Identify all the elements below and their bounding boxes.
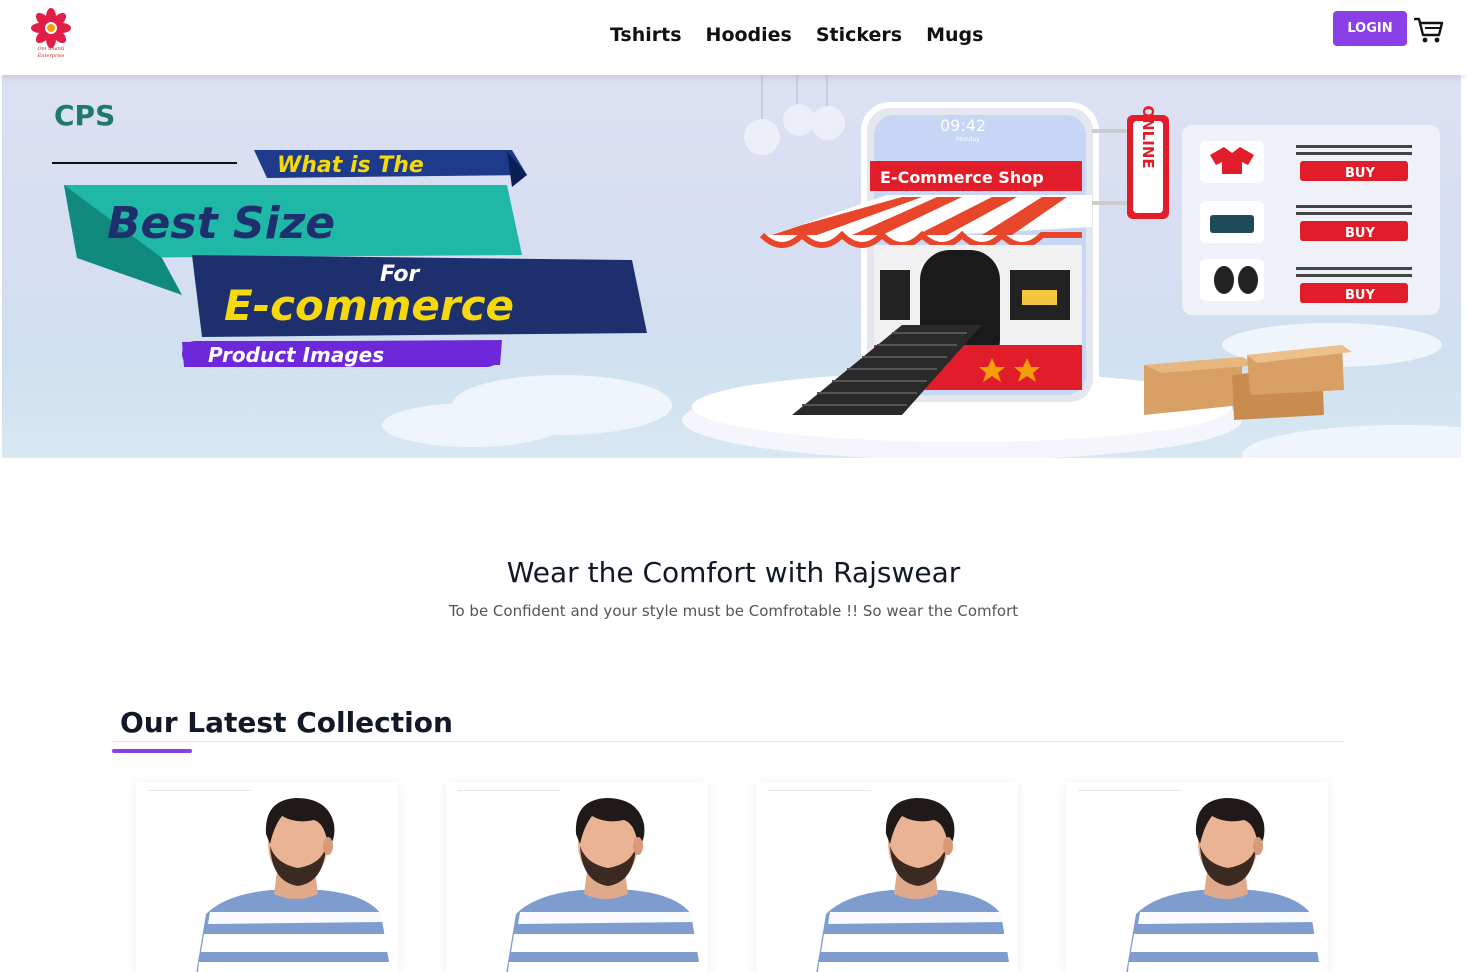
card-divider xyxy=(458,790,561,791)
svg-text:BUY: BUY xyxy=(1345,166,1375,181)
login-button[interactable]: LOGIN xyxy=(1333,11,1407,46)
svg-text:Monday: Monday xyxy=(956,136,980,143)
card-divider xyxy=(768,790,871,791)
product-image[interactable] xyxy=(506,794,706,972)
collection-accent-bar xyxy=(112,749,192,753)
nav-link-mugs[interactable]: Mugs xyxy=(926,24,983,46)
product-image[interactable] xyxy=(196,794,396,972)
svg-text:BUY: BUY xyxy=(1345,226,1375,241)
cart-icon[interactable] xyxy=(1414,16,1444,44)
hero-illustration: CPS What is The Best Size For E-commerce… xyxy=(52,75,1461,458)
svg-text:E-commerce: E-commerce xyxy=(224,281,514,330)
intro-subtitle: To be Confident and your style must be C… xyxy=(448,602,1019,620)
product-card-4[interactable] xyxy=(1066,782,1328,972)
product-image[interactable] xyxy=(1126,794,1326,972)
svg-text:E-Commerce Shop: E-Commerce Shop xyxy=(880,168,1044,187)
nav-link-tshirts[interactable]: Tshirts xyxy=(610,24,682,46)
svg-text:CPS: CPS xyxy=(54,99,115,132)
svg-text:Product Images: Product Images xyxy=(208,343,384,367)
svg-text:Best Size: Best Size xyxy=(107,198,335,249)
card-divider xyxy=(148,790,251,791)
navbar: Om Shanti Enterprise Tshirts Hoodies Sti… xyxy=(0,0,1467,75)
main-nav: Tshirts Hoodies Stickers Mugs xyxy=(610,24,983,46)
collection-divider xyxy=(112,741,1344,742)
hero-banner[interactable]: CPS What is The Best Size For E-commerce… xyxy=(2,75,1461,458)
product-card-1[interactable] xyxy=(136,782,398,972)
svg-text:BUY: BUY xyxy=(1345,288,1375,303)
product-card-2[interactable] xyxy=(446,782,708,972)
svg-text:09:42: 09:42 xyxy=(940,116,986,135)
nav-link-hoodies[interactable]: Hoodies xyxy=(706,24,792,46)
collection-title: Our Latest Collection xyxy=(120,706,453,739)
product-image[interactable] xyxy=(816,794,1016,972)
logo-text: Om Shanti Enterprise xyxy=(37,46,65,59)
card-divider xyxy=(1078,790,1181,791)
product-card-3[interactable] xyxy=(756,782,1018,972)
svg-text:What is The: What is The xyxy=(277,153,424,178)
svg-text:ONLINE: ONLINE xyxy=(1139,105,1157,168)
intro-title: Wear the Comfort with Rajswear xyxy=(506,556,961,589)
cps-logo: CPS xyxy=(54,99,115,132)
nav-link-stickers[interactable]: Stickers xyxy=(816,24,902,46)
